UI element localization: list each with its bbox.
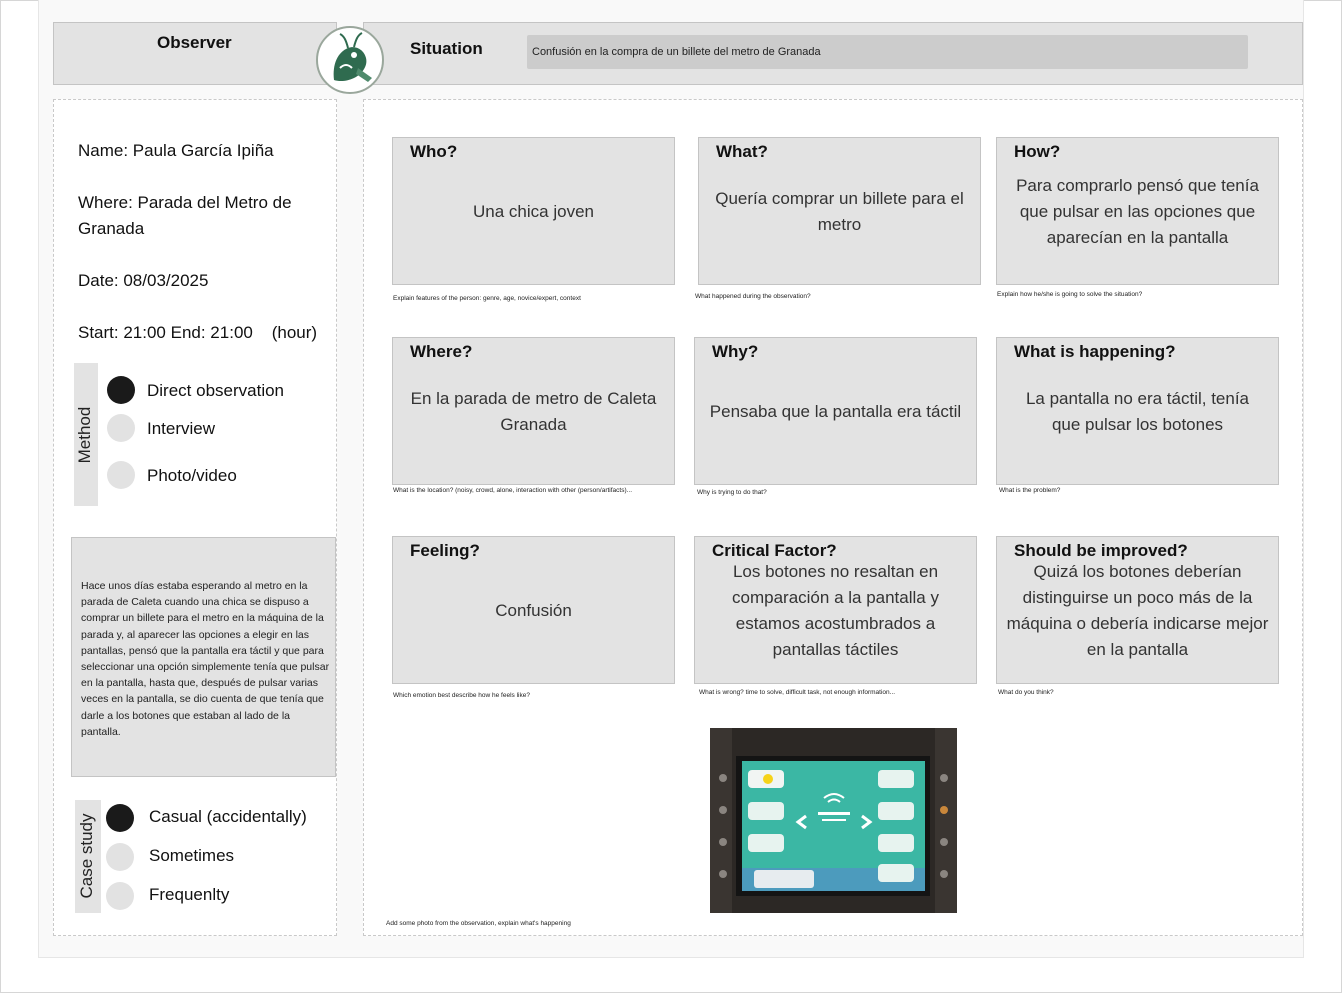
card-what[interactable]: What? Quería comprar un billete para el …: [698, 137, 981, 285]
card-feeling-title: Feeling?: [410, 541, 480, 560]
case-sometimes-radio[interactable]: [106, 843, 134, 871]
card-why[interactable]: Why? Pensaba que la pantalla era táctil: [694, 337, 977, 485]
ticket-machine-photo: [710, 728, 957, 913]
case-study-label: Case study: [77, 813, 96, 899]
method-tab: Method: [74, 363, 98, 506]
method-interview-label: Interview: [147, 419, 216, 438]
method-label: Method: [75, 406, 94, 464]
card-who-body: Una chica joven: [473, 202, 594, 221]
observer-where-1: Where: Parada del Metro de: [78, 193, 292, 212]
card-feeling[interactable]: Feeling? Confusión: [392, 536, 675, 684]
card-what-title: What?: [716, 142, 768, 161]
card-critical-body: Los botones no resaltan en comparación a…: [732, 562, 939, 659]
card-happening-hint: What is the problem?: [999, 487, 1061, 494]
case-study-tab: Case study: [75, 800, 101, 913]
card-improve-title: Should be improved?: [1014, 541, 1188, 560]
method-interview-radio[interactable]: [107, 414, 135, 442]
card-who[interactable]: Who? Una chica joven: [392, 137, 675, 285]
card-how-title: How?: [1014, 142, 1061, 161]
card-how[interactable]: How? Para comprarlo pensó que tenía que …: [996, 137, 1279, 285]
card-what-body: Quería comprar un billete para el metro: [715, 189, 964, 234]
grasshopper-logo-graphic: [320, 30, 380, 90]
card-feeling-body: Confusión: [495, 601, 572, 620]
method-direct-radio[interactable]: [107, 376, 135, 404]
grasshopper-logo: [316, 26, 384, 94]
observer-where-2: Granada: [78, 219, 145, 238]
method-photo-radio[interactable]: [107, 461, 135, 489]
card-how-hint: Explain how he/she is going to solve the…: [997, 291, 1143, 298]
method-direct-label: Direct observation: [147, 381, 285, 400]
situation-title: Situation: [410, 39, 483, 58]
card-where-body: En la parada de metro de Caleta Granada: [410, 389, 657, 434]
situation-field[interactable]: Confusión en la compra de un billete del…: [527, 35, 1248, 69]
case-frequently-radio[interactable]: [106, 882, 134, 910]
card-how-body: Para comprarlo pensó que tenía que pulsa…: [1016, 176, 1259, 247]
card-improve[interactable]: Should be improved? Quizá los botones de…: [996, 536, 1279, 684]
card-who-title: Who?: [410, 142, 458, 161]
observation-notes[interactable]: Hace unos días estaba esperando al metro…: [71, 537, 336, 777]
card-happening-body: La pantalla no era táctil, tenía que pul…: [1025, 389, 1250, 434]
card-happening[interactable]: What is happening? La pantalla no era tá…: [996, 337, 1279, 485]
card-where[interactable]: Where? En la parada de metro de Caleta G…: [392, 337, 675, 485]
case-frequently-label: Frequenlty: [149, 885, 230, 904]
card-critical-hint: What is wrong? time to solve, difficult …: [699, 689, 896, 696]
case-sometimes-label: Sometimes: [149, 846, 235, 865]
card-critical[interactable]: Critical Factor? Los botones no resaltan…: [694, 536, 977, 684]
observer-name: Name: Paula García Ipiña: [78, 141, 274, 160]
photo-hint: Add some photo from the observation, exp…: [386, 920, 571, 927]
card-critical-title: Critical Factor?: [712, 541, 837, 560]
case-casual-label: Casual (accidentally): [149, 807, 307, 826]
card-what-hint: What happened during the observation?: [695, 293, 811, 300]
card-why-body: Pensaba que la pantalla era táctil: [709, 402, 962, 421]
card-improve-body: Quizá los botones deberían distinguirse …: [1006, 562, 1269, 659]
observation-notes-text: Hace unos días estaba esperando al metro…: [81, 580, 330, 738]
card-feeling-hint: Which emotion best describe how he feels…: [393, 692, 530, 699]
observer-time: Start: 21:00 End: 21:00 (hour): [78, 323, 318, 342]
method-photo-label: Photo/video: [147, 466, 237, 485]
card-where-hint: What is the location? (noisy, crowd, alo…: [393, 487, 633, 494]
observation-photo: [710, 728, 957, 913]
card-why-title: Why?: [712, 342, 759, 361]
observer-header: Observer: [53, 22, 337, 85]
card-who-hint: Explain features of the person: genre, a…: [393, 295, 581, 302]
case-casual-radio[interactable]: [106, 804, 134, 832]
card-where-title: Where?: [410, 342, 473, 361]
observer-title: Observer: [157, 33, 232, 52]
observer-date: Date: 08/03/2025: [78, 271, 209, 290]
card-why-hint: Why is trying to do that?: [697, 489, 767, 496]
card-happening-title: What is happening?: [1014, 342, 1176, 361]
card-improve-hint: What do you think?: [998, 689, 1054, 696]
